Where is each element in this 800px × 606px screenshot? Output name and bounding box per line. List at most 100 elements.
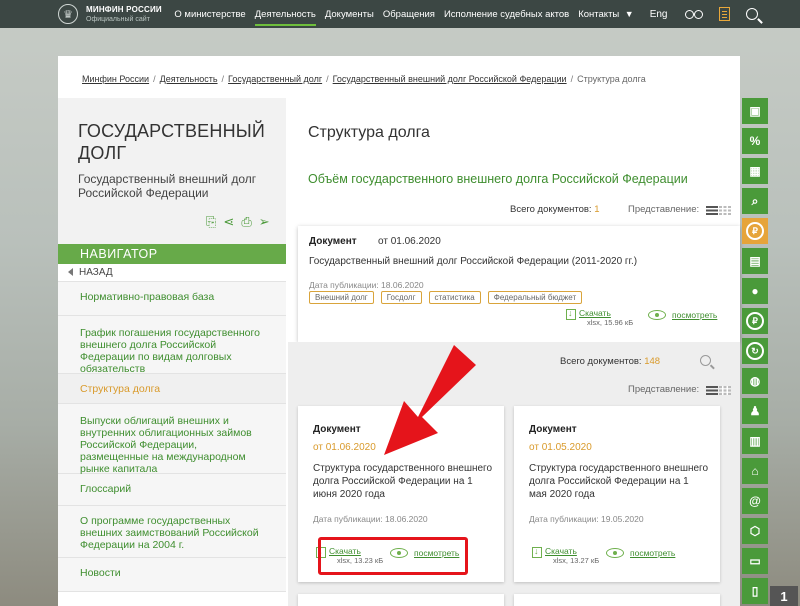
back-link[interactable]: НАЗАД: [58, 264, 286, 282]
tag-external-debt[interactable]: Внешний долг: [309, 291, 374, 304]
hexagon-icon[interactable]: ⬡: [742, 518, 768, 544]
document-type: Документ: [529, 424, 577, 435]
briefcase-icon[interactable]: ▣: [742, 98, 768, 124]
document-type: Документ: [313, 424, 361, 435]
ruble-icon[interactable]: ₽: [742, 218, 768, 244]
nav-court-acts[interactable]: Исполнение судебных актов: [444, 9, 569, 20]
nav-appeals[interactable]: Обращения: [383, 9, 435, 20]
breadcrumb-state-debt[interactable]: Государственный долг: [228, 74, 322, 84]
breadcrumb: Минфин России / Деятельность / Государственн…: [82, 74, 646, 84]
navigator-header: НАВИГАТОР: [58, 244, 286, 264]
sidebar-item-debt-structure[interactable]: Структура долга: [58, 374, 286, 404]
nav-about[interactable]: О министерстве: [174, 9, 245, 20]
sidebar-actions: ⎘ ⋖ ⎙ ➢: [206, 214, 277, 230]
id-card-icon[interactable]: ▤: [742, 248, 768, 274]
sidebar-item-borrowing-program[interactable]: О программе государственных внешних заим…: [58, 506, 286, 558]
back-arrow-icon: [68, 268, 73, 277]
download-icon: [532, 546, 542, 558]
view-mode-label: Представление:: [628, 204, 700, 215]
download-link[interactable]: Скачать xlsx, 15.96 кБ: [566, 308, 633, 328]
document-title[interactable]: Государственный внешний долг Российской …: [309, 256, 637, 267]
tag-federal-budget[interactable]: Федеральный бюджет: [487, 291, 583, 304]
globe-icon[interactable]: ◍: [742, 368, 768, 394]
document-card-next: [298, 594, 504, 606]
eye-icon: [606, 548, 624, 558]
grid-view-icon[interactable]: [719, 206, 731, 215]
page-number[interactable]: 1: [770, 586, 798, 606]
nav-documents[interactable]: Документы: [325, 9, 374, 20]
documents-count: Всего документов: 1: [510, 204, 600, 215]
sidebar-item-bond-issues[interactable]: Выпуски облигаций внешних и внутренних о…: [58, 404, 286, 475]
building-icon[interactable]: ⌂: [742, 458, 768, 484]
money-bag-icon[interactable]: ●: [742, 278, 768, 304]
document-date: от 01.06.2020: [378, 236, 441, 247]
accessibility-glasses-icon[interactable]: [685, 10, 704, 19]
emblem-icon: ♛: [58, 4, 78, 24]
view-toggle: [706, 206, 731, 215]
list-view-icon[interactable]: [706, 386, 718, 395]
export-icon[interactable]: ⎘: [206, 214, 216, 230]
share-icon[interactable]: ⋖: [223, 214, 234, 230]
print-icon[interactable]: ⎙: [241, 214, 251, 230]
tag-state-debt[interactable]: Госдолг: [380, 291, 422, 304]
highlight-box-annotation: [318, 537, 468, 575]
grid-view-icon[interactable]: [719, 386, 731, 395]
file-size: xlsx, 15.96 кБ: [587, 318, 634, 327]
sidebar-title: ГОСУДАРСТВЕННЫЙ ДОЛГ: [78, 121, 266, 163]
calculator-icon[interactable]: ▦: [742, 158, 768, 184]
email-icon[interactable]: @: [742, 488, 768, 514]
red-arrow-annotation: [384, 345, 476, 455]
people-icon[interactable]: ♟: [742, 398, 768, 424]
sidebar-item-news[interactable]: Новости: [58, 558, 286, 592]
view-toggle: [706, 386, 731, 395]
language-switch[interactable]: Eng: [650, 9, 668, 20]
view-mode-label: Представление:: [628, 384, 700, 395]
send-icon[interactable]: ➢: [259, 214, 270, 230]
download-link[interactable]: Скачать xlsx, 13.27 кБ: [532, 546, 599, 566]
breadcrumb-activity[interactable]: Деятельность: [160, 74, 218, 84]
document-icon[interactable]: [719, 7, 731, 21]
coin-icon[interactable]: ₽: [742, 308, 768, 334]
content-area: Структура долга Объём государственного в…: [288, 98, 740, 606]
site-logo[interactable]: ♛ МИНФИН РОССИИ Официальный сайт: [58, 4, 162, 24]
tag-statistics[interactable]: статистика: [428, 291, 481, 304]
document-title[interactable]: Структура государственного внешнего долг…: [313, 462, 493, 501]
nav-activity[interactable]: Деятельность: [254, 9, 317, 26]
sidebar: ГОСУДАРСТВЕННЫЙ ДОЛГ Государственный вне…: [58, 98, 286, 606]
logo-subtitle: Официальный сайт: [86, 15, 150, 23]
document-type: Документ: [309, 236, 357, 247]
document-search-icon[interactable]: ⌕: [742, 188, 768, 214]
download-icon: [566, 308, 576, 320]
list-view-icon[interactable]: [706, 206, 718, 215]
presentation-icon[interactable]: ▭: [742, 548, 768, 574]
documents-total: Всего документов: 148: [560, 356, 661, 367]
publication-date: Дата публикации: 18.06.2020: [313, 514, 428, 524]
sidebar-item-glossary[interactable]: Глоссарий: [58, 474, 286, 506]
document-card-next: [514, 594, 720, 606]
sidebar-item-legal-base[interactable]: Нормативно-правовая база: [58, 282, 286, 316]
id-badge-icon[interactable]: ▯: [742, 578, 768, 604]
sidebar-item-repayment-schedule[interactable]: График погашения государственного внешне…: [58, 316, 286, 375]
document-card: Документ от 01.06.2020 Государственный в…: [298, 226, 740, 342]
file-size: xlsx, 13.27 кБ: [553, 556, 600, 565]
top-navigation-bar: ♛ МИНФИН РОССИИ Официальный сайт О минис…: [0, 0, 800, 28]
chevron-down-icon[interactable]: ▼: [625, 9, 634, 19]
breadcrumb-external-debt[interactable]: Государственный внешний долг Российской …: [333, 74, 567, 84]
search-icon[interactable]: [700, 355, 711, 366]
document-date: от 01.06.2020: [313, 442, 376, 453]
side-tools: ▣ % ▦ ⌕ ₽ ▤ ● ₽ ↻ ◍ ♟ ▥ ⌂ @ ⬡ ▭ ▯: [742, 98, 770, 606]
view-link[interactable]: посмотреть: [648, 310, 717, 320]
view-link[interactable]: посмотреть: [606, 548, 675, 558]
main-container: Минфин России / Деятельность / Государственн…: [58, 56, 740, 606]
search-icon[interactable]: [746, 8, 759, 20]
percent-icon[interactable]: %: [742, 128, 768, 154]
publication-date: Дата публикации: 18.06.2020: [309, 280, 424, 290]
nav-contacts[interactable]: Контакты: [578, 9, 619, 20]
document-title[interactable]: Структура государственного внешнего долг…: [529, 462, 709, 501]
tag-list: Внешний долг Госдолг статистика Федераль…: [309, 291, 589, 304]
breadcrumb-minfin[interactable]: Минфин России: [82, 74, 149, 84]
section-title[interactable]: Объём государственного внешнего долга Ро…: [308, 172, 688, 186]
coin-arrow-icon[interactable]: ↻: [742, 338, 768, 364]
chart-icon[interactable]: ▥: [742, 428, 768, 454]
breadcrumb-current: Структура долга: [577, 74, 646, 84]
